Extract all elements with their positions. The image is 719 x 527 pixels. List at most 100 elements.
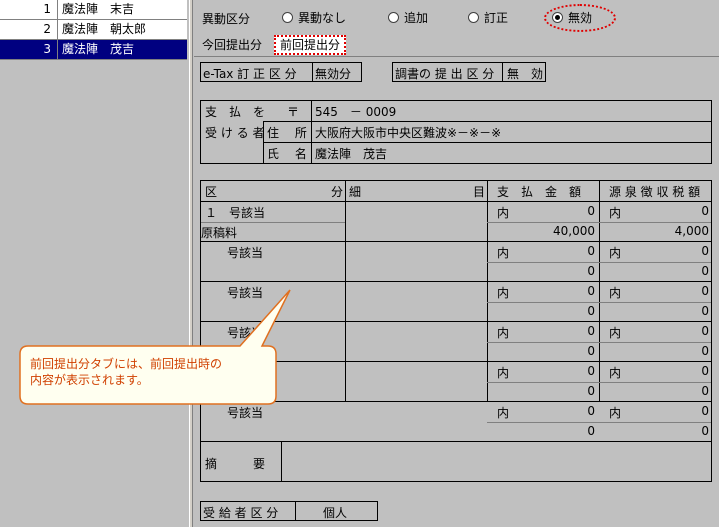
recipient-value: 個人 xyxy=(323,506,348,520)
header-tax: 源 泉 徴 収 税 額 xyxy=(609,185,701,199)
amount-inner-prefix: 内 xyxy=(497,246,510,260)
amount-value: 0 xyxy=(587,424,595,438)
etax-divider xyxy=(312,63,313,81)
tax-value: 0 xyxy=(701,304,709,318)
summary-top-line xyxy=(201,441,711,442)
amount-inner-value: 0 xyxy=(587,284,595,298)
amount-value: 0 xyxy=(587,264,595,278)
amount-inner-prefix: 内 xyxy=(497,286,510,300)
tax-value: 0 xyxy=(701,344,709,358)
header-detail: 細 xyxy=(349,185,362,199)
header-moku: 目 xyxy=(473,185,486,199)
tax-value: 0 xyxy=(701,384,709,398)
employee-number: 3 xyxy=(0,40,58,59)
panel-splitter[interactable] xyxy=(189,0,193,527)
address-value: 大阪府大阪市中央区難波※－※－※ xyxy=(315,126,502,140)
change-type-radio[interactable]: 異動なし xyxy=(282,9,346,26)
submission-divider xyxy=(502,63,503,81)
tax-value: 4,000 xyxy=(674,224,709,238)
name-label: 氏 名 xyxy=(267,147,307,161)
radio-circle-icon[interactable] xyxy=(388,12,399,23)
change-type-label: 異動区分 xyxy=(202,12,251,26)
recipient-label: 受 給 者 区 分 xyxy=(203,506,279,520)
header-bun: 分 xyxy=(331,185,344,199)
payee-divider-v2 xyxy=(311,101,312,163)
employee-row[interactable]: 3 魔法陣 茂吉 xyxy=(0,40,187,60)
row-mid-line xyxy=(487,262,711,263)
employee-row[interactable]: 2 魔法陣 朝太郎 xyxy=(0,20,187,40)
amount-inner-value: 0 xyxy=(587,364,595,378)
row-mid-line xyxy=(487,382,711,383)
recipient-type-box: 受 給 者 区 分 個人 xyxy=(200,501,378,521)
postal-code: 545 － 0009 xyxy=(315,105,397,119)
tax-inner-prefix: 内 xyxy=(609,286,622,300)
tax-value: 0 xyxy=(701,424,709,438)
row-subcategory: 原稿料 xyxy=(201,226,238,240)
row-bottom-line xyxy=(201,241,711,242)
tax-inner-value: 0 xyxy=(701,404,709,418)
radio-circle-icon[interactable] xyxy=(468,12,479,23)
row-mid-line xyxy=(201,222,345,223)
tax-value: 0 xyxy=(701,264,709,278)
row-category: 号該当 xyxy=(227,246,264,260)
amount-inner-prefix: 内 xyxy=(497,366,510,380)
etax-value: 無効分 xyxy=(315,67,352,81)
change-type-radio[interactable]: 追加 xyxy=(388,9,428,26)
postal-mark: 〒 xyxy=(287,105,300,119)
payee-label-line1: 支 払 を xyxy=(205,105,266,119)
tax-inner-value: 0 xyxy=(701,284,709,298)
tax-inner-prefix: 内 xyxy=(609,206,622,220)
address-label: 住 所 xyxy=(267,126,307,140)
payee-divider-h2 xyxy=(263,142,711,143)
radio-label: 異動なし xyxy=(298,11,347,25)
employee-number: 1 xyxy=(0,0,58,19)
submission-type-box: 調書の 提 出 区 分 無 効 xyxy=(392,62,546,82)
amount-inner-value: 0 xyxy=(587,404,595,418)
radio-label: 訂正 xyxy=(484,11,509,25)
row-category: 号該当 xyxy=(227,286,264,300)
amount-value: 0 xyxy=(587,344,595,358)
employee-list-panel: 1 魔法陣 末吉 2 魔法陣 朝太郎 3 魔法陣 茂吉 xyxy=(0,0,190,527)
radio-label: 追加 xyxy=(404,11,429,25)
etax-label: e-Tax 訂 正 区 分 xyxy=(203,67,297,81)
tab-underline xyxy=(194,56,719,57)
employee-number: 2 xyxy=(0,20,58,39)
tax-inner-prefix: 内 xyxy=(609,246,622,260)
employee-name: 魔法陣 朝太郎 xyxy=(62,22,147,36)
employee-row[interactable]: 1 魔法陣 末吉 xyxy=(0,0,187,20)
tab[interactable]: 今回提出分 xyxy=(198,35,266,55)
employee-list: 1 魔法陣 末吉 2 魔法陣 朝太郎 3 魔法陣 茂吉 xyxy=(0,0,187,60)
amount-inner-value: 0 xyxy=(587,244,595,258)
amount-value: 40,000 xyxy=(553,224,595,238)
payee-box: 支 払 を 受 け る 者 〒 545 － 0009 住 所 大阪府大阪市中央区… xyxy=(200,100,712,164)
row-category: 号該当 xyxy=(227,326,264,340)
submission-value: 無 効 xyxy=(507,67,544,81)
row-mid-line xyxy=(487,342,711,343)
row-bottom-line xyxy=(201,321,711,322)
amount-inner-value: 0 xyxy=(587,204,595,218)
change-type-radio[interactable]: 訂正 xyxy=(468,9,508,26)
header-kubun: 区 xyxy=(205,185,218,199)
etax-correction-box: e-Tax 訂 正 区 分 無効分 xyxy=(200,62,362,82)
tax-inner-prefix: 内 xyxy=(609,406,622,420)
amount-inner-value: 0 xyxy=(587,324,595,338)
callout-line1: 前回提出分タブには、前回提出時の xyxy=(30,357,223,371)
row-bottom-line xyxy=(201,281,711,282)
callout-line2: 内容が表示されます。 xyxy=(30,373,149,387)
highlight-ellipse xyxy=(544,4,616,32)
row-category: １ 号該当 xyxy=(205,206,266,220)
payee-label-line2: 受 け る 者 xyxy=(205,126,265,140)
detail-panel: 異動区分 異動なし 追加 訂正 無効 今回提出分 前回提出分 e-Tax 訂 正 区 分… xyxy=(194,0,719,527)
employee-name: 魔法陣 末吉 xyxy=(62,2,135,16)
row-mid-line xyxy=(487,222,711,223)
tab[interactable]: 前回提出分 xyxy=(274,35,347,55)
row-category: 号該当 xyxy=(227,406,264,420)
payee-divider-h1 xyxy=(263,121,711,122)
radio-circle-icon[interactable] xyxy=(282,12,293,23)
row-mid-line xyxy=(487,302,711,303)
submission-label: 調書の 提 出 区 分 xyxy=(395,67,495,81)
col-line-detail xyxy=(345,181,346,401)
payment-table: 区 分 細 目 支 払 金 額 源 泉 徴 収 税 額 １ 号該当 原稿料内 0 40… xyxy=(200,180,712,482)
amount-inner-prefix: 内 xyxy=(497,326,510,340)
header-amount: 支 払 金 額 xyxy=(497,185,582,199)
